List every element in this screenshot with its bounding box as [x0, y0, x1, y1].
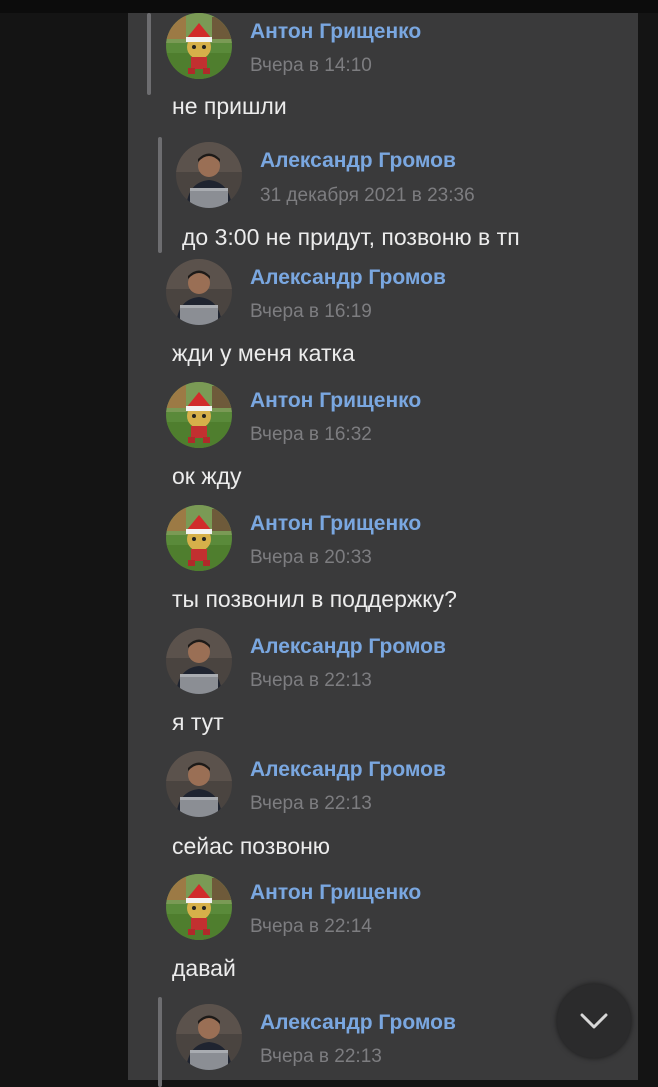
message-time: Вчера в 22:14: [250, 916, 372, 937]
message-text: давай: [172, 955, 236, 981]
message-time: Вчера в 22:13: [260, 1046, 382, 1067]
message-time: Вчера в 20:33: [250, 547, 372, 568]
message-text: ок жду: [172, 463, 242, 489]
author-name[interactable]: Антон Грищенко: [250, 881, 421, 905]
author-name[interactable]: Александр Громов: [250, 635, 446, 659]
message-text: до 3:00 не придут, позвоню в тп: [182, 224, 520, 250]
message-time: 31 декабря 2021 в 23:36: [260, 185, 475, 206]
avatar[interactable]: [166, 13, 232, 79]
avatar[interactable]: [166, 751, 232, 817]
avatar[interactable]: [166, 874, 232, 940]
quote-line: [158, 137, 162, 253]
avatar[interactable]: [166, 382, 232, 448]
message-text: жди у меня катка: [172, 340, 355, 366]
message-text: ты позвонил в поддержку?: [172, 586, 457, 612]
author-name[interactable]: Антон Грищенко: [250, 512, 421, 536]
message-time: Вчера в 14:10: [250, 55, 372, 76]
message-time: Вчера в 22:13: [250, 670, 372, 691]
message-time: Вчера в 16:32: [250, 424, 372, 445]
message-text: я тут: [172, 709, 224, 735]
message-time: Вчера в 22:13: [250, 793, 372, 814]
author-name[interactable]: Александр Громов: [250, 758, 446, 782]
message-panel: Антон Грищенко Вчера в 14:10 не пришли А…: [128, 13, 638, 1087]
author-name[interactable]: Антон Грищенко: [250, 389, 421, 413]
avatar[interactable]: [166, 628, 232, 694]
thread-line: [147, 13, 151, 95]
message-text: не пришли: [172, 93, 287, 119]
avatar[interactable]: [176, 142, 242, 208]
message-text: сейас позвоню: [172, 833, 331, 859]
avatar[interactable]: [166, 259, 232, 325]
chevron-down-icon: [580, 1013, 608, 1029]
scroll-down-button[interactable]: [557, 984, 631, 1058]
author-name[interactable]: Александр Громов: [260, 149, 456, 173]
top-bar: [0, 0, 658, 13]
quote-line: [158, 997, 162, 1087]
avatar[interactable]: [166, 505, 232, 571]
author-name[interactable]: Александр Громов: [250, 266, 446, 290]
message-time: Вчера в 16:19: [250, 301, 372, 322]
avatar[interactable]: [176, 1004, 242, 1070]
author-name[interactable]: Александр Громов: [260, 1011, 456, 1035]
author-name[interactable]: Антон Грищенко: [250, 20, 421, 44]
